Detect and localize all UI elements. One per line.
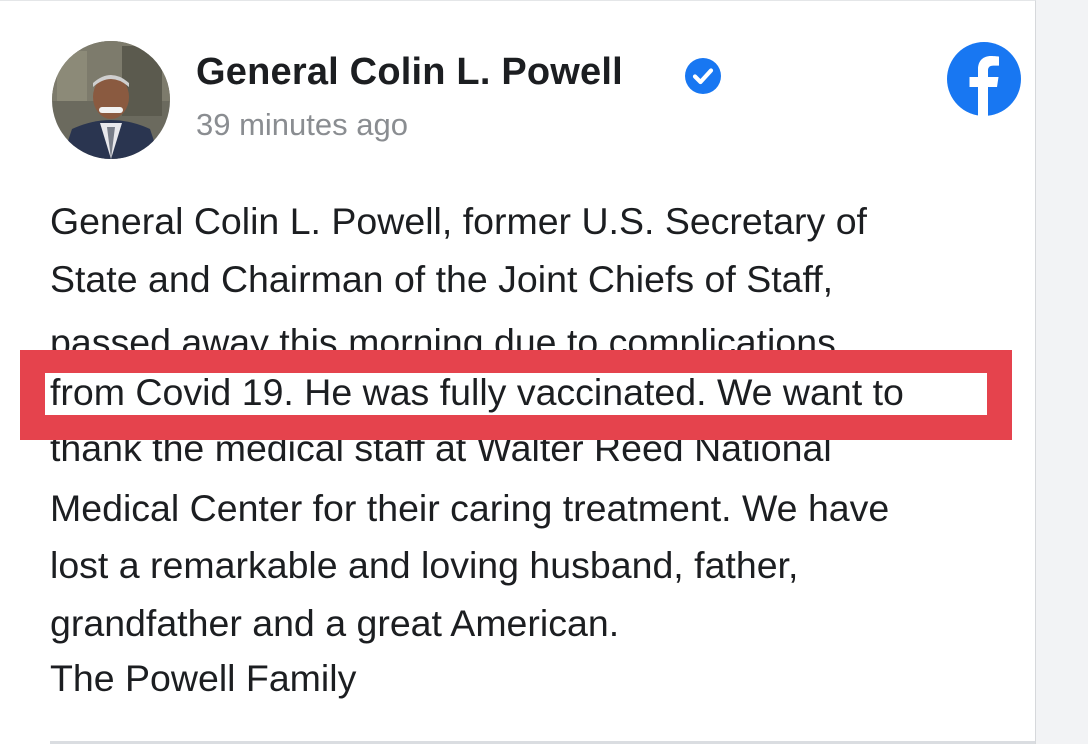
author-name[interactable]: General Colin L. Powell: [196, 51, 623, 94]
post-text-line-3-clip: passed away this morning due to complica…: [50, 320, 1010, 350]
post-text-line-9: The Powell Family: [50, 657, 357, 699]
facebook-post-card: General Colin L. Powell 39 minutes ago G…: [0, 0, 1036, 744]
post-timestamp[interactable]: 39 minutes ago: [196, 107, 408, 143]
post-text-line-6: Medical Center for their caring treatmen…: [50, 487, 890, 529]
facebook-logo-icon[interactable]: [946, 41, 1022, 117]
profile-photo: [52, 41, 170, 159]
verified-badge-icon: [684, 57, 722, 95]
post-text-line-5-clip: thank the medical staff at Walter Reed N…: [50, 440, 1010, 474]
post-text-line-4-highlighted: from Covid 19. He was fully vaccinated. …: [50, 373, 904, 413]
highlight-annotation-inner: from Covid 19. He was fully vaccinated. …: [45, 373, 987, 415]
post-text-line-3: passed away this morning due to complica…: [50, 321, 836, 350]
post-text-line-2: State and Chairman of the Joint Chiefs o…: [50, 258, 834, 300]
avatar[interactable]: [52, 41, 170, 159]
post-text-line-5: thank the medical staff at Walter Reed N…: [50, 440, 832, 469]
post-text-line-8: grandfather and a great American.: [50, 602, 620, 644]
post-text-line-7: lost a remarkable and loving husband, fa…: [50, 544, 799, 586]
post-text-line-1: General Colin L. Powell, former U.S. Sec…: [50, 200, 867, 242]
